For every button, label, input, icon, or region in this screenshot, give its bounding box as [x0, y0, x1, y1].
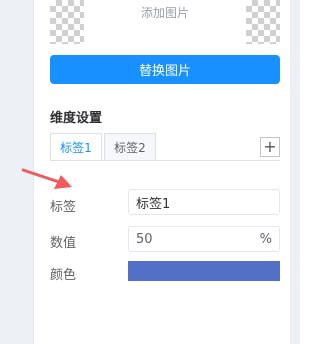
name-field-label: 标签: [50, 200, 77, 215]
right-panel-strip: [290, 0, 300, 344]
value-input-value: 50: [136, 231, 153, 247]
tab-label-2[interactable]: 标签2: [104, 133, 156, 161]
name-input-value: 标签1: [136, 196, 171, 212]
tab-divider: [50, 160, 280, 161]
value-field-label: 数值: [50, 236, 77, 251]
image-thumbnail-right: [246, 0, 280, 44]
add-image-label[interactable]: 添加图片: [95, 4, 235, 21]
pointer-arrow-icon: [22, 168, 72, 189]
replace-image-button[interactable]: 替换图片: [50, 55, 280, 84]
dimension-settings-title: 维度设置: [50, 111, 103, 126]
plus-icon: +: [263, 137, 277, 156]
value-input[interactable]: 50 %: [128, 226, 280, 252]
percent-unit: %: [259, 231, 272, 247]
image-thumbnail-left: [50, 0, 84, 44]
name-input[interactable]: 标签1: [128, 189, 280, 215]
add-tab-button[interactable]: +: [260, 137, 280, 157]
color-field-label: 颜色: [50, 268, 77, 283]
tab-label-1[interactable]: 标签1: [50, 133, 102, 161]
color-picker-swatch[interactable]: [128, 261, 280, 281]
